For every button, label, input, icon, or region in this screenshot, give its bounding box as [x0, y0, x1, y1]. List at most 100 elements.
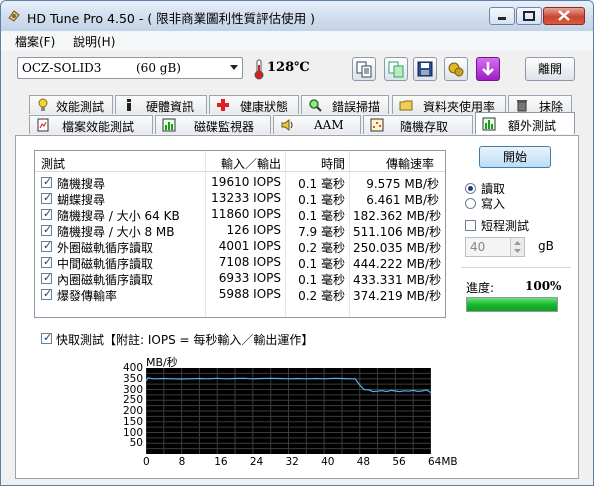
- extra-tests-icon: [482, 117, 496, 131]
- x-tick-label: 32: [285, 456, 299, 468]
- write-radio[interactable]: [465, 198, 476, 209]
- copy-screenshot-icon: [388, 61, 404, 78]
- spin-buttons[interactable]: [510, 238, 524, 256]
- y-tick-label: 100: [122, 426, 143, 439]
- row-io: 126 IOPS: [226, 223, 281, 237]
- y-tick-label: 200: [122, 405, 143, 417]
- drive-name: OCZ-SOLID3: [22, 61, 102, 75]
- save-icon: [417, 61, 433, 77]
- drive-size: (60 gB): [136, 61, 181, 75]
- short-test-unit: gB: [538, 239, 554, 253]
- tab-error-scan[interactable]: 錯誤掃描: [301, 95, 389, 114]
- row-time: 0.2 毫秒: [298, 289, 345, 303]
- tab-benchmark[interactable]: 效能測試: [29, 95, 113, 114]
- row-checkbox[interactable]: ✓: [41, 239, 52, 252]
- start-button[interactable]: 開始: [479, 146, 551, 168]
- magnifier-icon: [309, 99, 322, 112]
- x-tick-label: 8: [178, 456, 186, 468]
- save-button[interactable]: [413, 57, 437, 81]
- tab-extra-tests[interactable]: 額外測試: [475, 112, 575, 134]
- row-io: 4001 IOPS: [218, 239, 281, 253]
- x-tick-label: 40: [321, 456, 335, 468]
- y-tick-label: 50: [129, 437, 143, 450]
- options-icon: [448, 62, 464, 77]
- x-tick-label: 16: [214, 456, 228, 468]
- x-tick-label: 64MB: [428, 456, 458, 468]
- x-tick-label: 48: [356, 456, 371, 468]
- row-checkbox[interactable]: ✓: [41, 271, 52, 284]
- info-icon: [127, 99, 131, 111]
- col-header-io[interactable]: 輸入／輸出: [221, 155, 281, 172]
- y-tick-label: 300: [122, 383, 143, 396]
- table-row[interactable]: ✓ 爆發傳輸率 5988 IOPS 0.2 毫秒 374.219 MB/秒: [35, 286, 445, 303]
- row-checkbox[interactable]: ✓: [41, 175, 52, 188]
- tab-health[interactable]: 健康狀態: [209, 95, 299, 114]
- options-button[interactable]: [444, 57, 468, 81]
- table-row[interactable]: ✓ 隨機搜尋 19610 IOPS 0.1 毫秒 9.575 MB/秒: [35, 174, 445, 191]
- copy-screenshot-button[interactable]: [384, 57, 408, 81]
- col-header-test[interactable]: 測試: [41, 155, 65, 172]
- tab-info[interactable]: 硬體資訊: [115, 95, 207, 114]
- maximize-button[interactable]: [516, 7, 542, 25]
- speaker-icon: [281, 119, 293, 131]
- menu-help[interactable]: 說明(H): [73, 33, 115, 50]
- row-checkbox[interactable]: ✓: [41, 191, 52, 204]
- row-checkbox[interactable]: ✓: [41, 207, 52, 220]
- minimize-button[interactable]: [489, 7, 515, 25]
- tab-file-benchmark[interactable]: 檔案效能測試: [29, 115, 153, 134]
- col-header-rate[interactable]: 傳輸速率: [386, 155, 434, 172]
- folder-icon: [399, 100, 413, 111]
- row-checkbox[interactable]: ✓: [41, 287, 52, 300]
- row-checkbox[interactable]: ✓: [41, 255, 52, 268]
- short-test-size-input[interactable]: 40: [465, 237, 525, 257]
- tab-disk-monitor[interactable]: 磁碟監視器: [155, 115, 271, 134]
- progress-label: 進度:: [466, 281, 495, 295]
- y-tick-label: 150: [122, 415, 143, 428]
- short-test-checkbox[interactable]: [465, 220, 476, 231]
- table-row[interactable]: ✓ 內圈磁軌循序讀取 6933 IOPS 0.1 毫秒 433.331 MB/秒: [35, 270, 445, 287]
- menu-bar: 檔案(F) 說明(H): [1, 31, 593, 51]
- title-bar[interactable]: HD Tune Pro 4.50 - ( 限非商業圖利性質評估使用 ): [1, 1, 593, 32]
- minimize-icon: [498, 17, 506, 20]
- progress-value: 100%: [525, 279, 562, 293]
- row-checkbox[interactable]: ✓: [41, 223, 52, 236]
- lightbulb-icon: [38, 98, 48, 111]
- transfer-rate-chart: [145, 368, 432, 454]
- progress-fill: [467, 298, 557, 311]
- table-row[interactable]: ✓ 外圈磁軌循序讀取 4001 IOPS 0.2 毫秒 250.035 MB/秒: [35, 238, 445, 255]
- quick-test-checkbox[interactable]: ✓: [41, 331, 52, 344]
- file-benchmark-icon: [37, 118, 49, 132]
- close-button[interactable]: [543, 7, 585, 25]
- col-header-time[interactable]: 時間: [321, 155, 345, 172]
- progress-bar: [466, 297, 558, 312]
- temperature-readout: 128℃: [267, 60, 310, 75]
- row-io: 19610 IOPS: [211, 175, 281, 189]
- download-button[interactable]: [476, 57, 500, 81]
- row-io: 11860 IOPS: [211, 207, 281, 221]
- quick-test-label: 快取測試【附註: IOPS = 每秒輸入／輸出運作】: [56, 333, 314, 347]
- tab-aam[interactable]: AAM: [273, 115, 361, 134]
- exit-button[interactable]: 離開: [525, 57, 575, 81]
- download-arrow-icon: [482, 62, 494, 76]
- short-test-label: 短程測試: [481, 219, 530, 233]
- chevron-down-icon: [230, 65, 238, 70]
- copy-text-button[interactable]: [352, 57, 376, 81]
- random-access-icon: [370, 118, 384, 132]
- table-row[interactable]: ✓ 中間磁軌循序讀取 7108 IOPS 0.1 毫秒 444.222 MB/秒: [35, 254, 445, 271]
- row-test-name: 爆發傳輸率: [57, 289, 118, 303]
- header-divider: [35, 171, 445, 172]
- tab-random-access[interactable]: 隨機存取: [363, 115, 473, 134]
- table-row[interactable]: ✓ 隨機搜尋 / 大小 64 KB 11860 IOPS 0.1 毫秒 182.362 …: [35, 206, 445, 223]
- drive-select[interactable]: OCZ-SOLID3 (60 gB): [17, 57, 243, 79]
- table-row[interactable]: ✓ 隨機搜尋 / 大小 8 MB 126 IOPS 7.9 毫秒 511.106 MB/…: [35, 222, 445, 239]
- health-cross-icon: [217, 99, 229, 111]
- x-tick-label: 56: [392, 456, 406, 468]
- read-radio[interactable]: [465, 183, 476, 194]
- y-tick-label: 400: [122, 362, 143, 374]
- row-rate: 374.219 MB/秒: [353, 289, 442, 303]
- row-io: 5988 IOPS: [218, 287, 281, 301]
- table-row[interactable]: ✓ 蝴蝶搜尋 13233 IOPS 0.1 毫秒 6.461 MB/秒: [35, 190, 445, 207]
- divider: [461, 267, 571, 268]
- menu-file[interactable]: 檔案(F): [15, 33, 55, 50]
- spin-arrows-icon: [514, 241, 521, 253]
